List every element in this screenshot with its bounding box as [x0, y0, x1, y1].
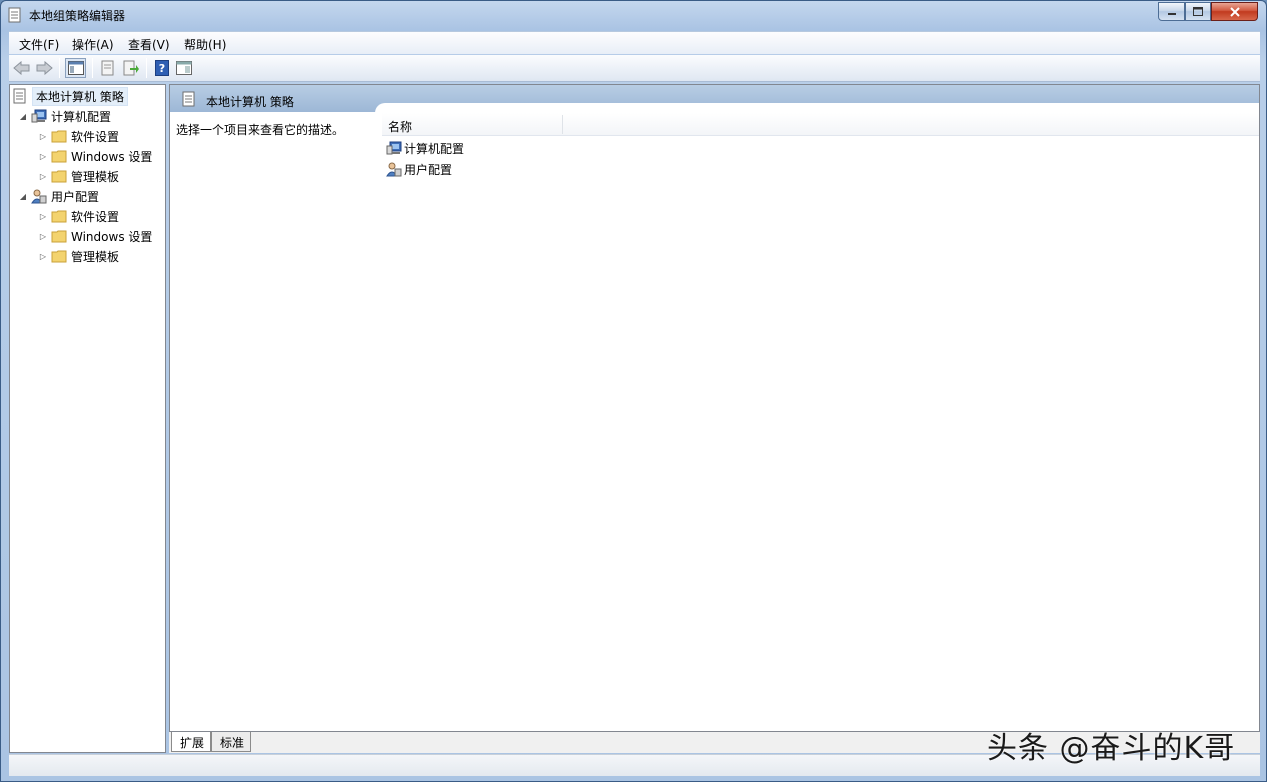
details-pane: 本地计算机 策略 选择一个项目来查看它的描述。 名称 计算机配置 用户配置 — [169, 84, 1260, 732]
window-title: 本地组策略编辑器 — [29, 9, 126, 23]
folder-icon — [51, 170, 67, 183]
description-text: 选择一个项目来查看它的描述。 — [176, 123, 345, 137]
tree-item-label: 用户配置 — [51, 189, 100, 204]
maximize-button[interactable] — [1185, 2, 1211, 21]
title-bar[interactable]: 本地组策略编辑器 — [1, 1, 1266, 29]
folder-icon — [51, 130, 67, 143]
computer-config-icon — [386, 141, 402, 155]
expanded-arrow-icon[interactable]: ◢ — [18, 112, 28, 121]
collapsed-arrow-icon[interactable]: ▷ — [38, 132, 48, 141]
folder-icon — [51, 230, 67, 243]
minimize-icon — [1167, 12, 1176, 15]
column-header: 名称 — [382, 113, 1259, 136]
help-icon: ? — [154, 60, 169, 76]
computer-config-icon — [31, 109, 47, 123]
folder-icon — [51, 250, 67, 263]
collapsed-arrow-icon[interactable]: ▷ — [38, 252, 48, 261]
tree-item-user-windows-settings[interactable]: ▷ Windows 设置 — [38, 226, 152, 246]
folder-icon — [51, 150, 67, 163]
forward-arrow-icon — [36, 61, 53, 75]
tree-item-label: 管理模板 — [71, 249, 120, 264]
policy-document-icon — [8, 7, 21, 23]
tree-root-label: 本地计算机 策略 — [32, 86, 128, 106]
tree-item-computer-admin-templates[interactable]: ▷ 管理模板 — [38, 166, 119, 186]
properties-button[interactable] — [97, 58, 118, 78]
tree-item-label: 计算机配置 — [51, 109, 112, 124]
watermark-text: 头条 @奋斗的K哥 — [987, 731, 1236, 766]
menu-action[interactable]: 操作(A) — [72, 36, 114, 53]
help-button[interactable]: ? — [151, 58, 172, 78]
list-item-computer-config[interactable]: 计算机配置 — [386, 138, 464, 158]
show-hide-tree-button[interactable] — [65, 58, 86, 78]
toolbar: ? — [9, 55, 1260, 82]
menu-view[interactable]: 查看(V) — [128, 36, 170, 53]
menu-file[interactable]: 文件(F) — [19, 36, 59, 53]
app-window: 本地组策略编辑器 文件(F) 操作(A) 查看(V) 帮助(H) ? 本地计算机… — [0, 0, 1267, 782]
export-list-icon — [123, 60, 139, 76]
maximize-icon — [1193, 7, 1203, 16]
policy-document-icon — [13, 88, 26, 104]
tree-item-computer-config[interactable]: ◢ 计算机配置 — [18, 106, 111, 126]
minimize-button[interactable] — [1158, 2, 1185, 21]
toolbar-separator — [146, 58, 147, 78]
toolbar-separator — [59, 58, 60, 78]
expanded-arrow-icon[interactable]: ◢ — [18, 192, 28, 201]
properties-icon — [101, 60, 113, 76]
tree-item-user-software-settings[interactable]: ▷ 软件设置 — [38, 206, 119, 226]
export-list-button[interactable] — [120, 58, 141, 78]
tree-item-label: Windows 设置 — [71, 229, 153, 244]
toolbar-separator — [92, 58, 93, 78]
tree-item-computer-software-settings[interactable]: ▷ 软件设置 — [38, 126, 119, 146]
user-config-icon — [31, 189, 47, 204]
policy-document-icon — [182, 91, 195, 107]
show-action-pane-button[interactable] — [173, 58, 194, 78]
forward-button[interactable] — [33, 58, 54, 78]
tree-item-label: Windows 设置 — [71, 149, 153, 164]
svg-text:?: ? — [158, 62, 164, 75]
close-button[interactable] — [1211, 2, 1258, 21]
tree-root[interactable]: 本地计算机 策略 — [12, 86, 128, 106]
column-divider[interactable] — [562, 115, 563, 134]
column-header-name[interactable]: 名称 — [388, 118, 412, 135]
tree-item-computer-windows-settings[interactable]: ▷ Windows 设置 — [38, 146, 152, 166]
collapsed-arrow-icon[interactable]: ▷ — [38, 172, 48, 181]
back-button[interactable] — [11, 58, 32, 78]
collapsed-arrow-icon[interactable]: ▷ — [38, 212, 48, 221]
details-header-tab: 本地计算机 策略 — [170, 85, 370, 112]
back-arrow-icon — [12, 61, 29, 75]
list-item-user-config[interactable]: 用户配置 — [386, 159, 452, 179]
list-item-label: 用户配置 — [404, 162, 453, 177]
tree-item-label: 软件设置 — [71, 129, 120, 144]
tree-item-label: 管理模板 — [71, 169, 120, 184]
tree-item-user-admin-templates[interactable]: ▷ 管理模板 — [38, 246, 119, 266]
tab-standard[interactable]: 标准 — [211, 732, 252, 752]
folder-icon — [51, 210, 67, 223]
tree-item-label: 软件设置 — [71, 209, 120, 224]
close-icon — [1229, 6, 1240, 17]
menu-help[interactable]: 帮助(H) — [184, 36, 226, 53]
console-tree-icon — [67, 61, 84, 75]
console-tree[interactable]: 本地计算机 策略 ◢ 计算机配置 ▷ 软件设置 ▷ Windows 设置 ▷ 管… — [9, 84, 166, 753]
tree-item-user-config[interactable]: ◢ 用户配置 — [18, 186, 99, 206]
collapsed-arrow-icon[interactable]: ▷ — [38, 152, 48, 161]
tab-extended[interactable]: 扩展 — [171, 732, 212, 752]
user-config-icon — [386, 162, 402, 177]
menu-bar: 文件(F) 操作(A) 查看(V) 帮助(H) — [9, 31, 1260, 54]
details-header-title: 本地计算机 策略 — [206, 95, 294, 109]
action-pane-icon — [175, 61, 192, 75]
collapsed-arrow-icon[interactable]: ▷ — [38, 232, 48, 241]
list-item-label: 计算机配置 — [404, 141, 465, 156]
